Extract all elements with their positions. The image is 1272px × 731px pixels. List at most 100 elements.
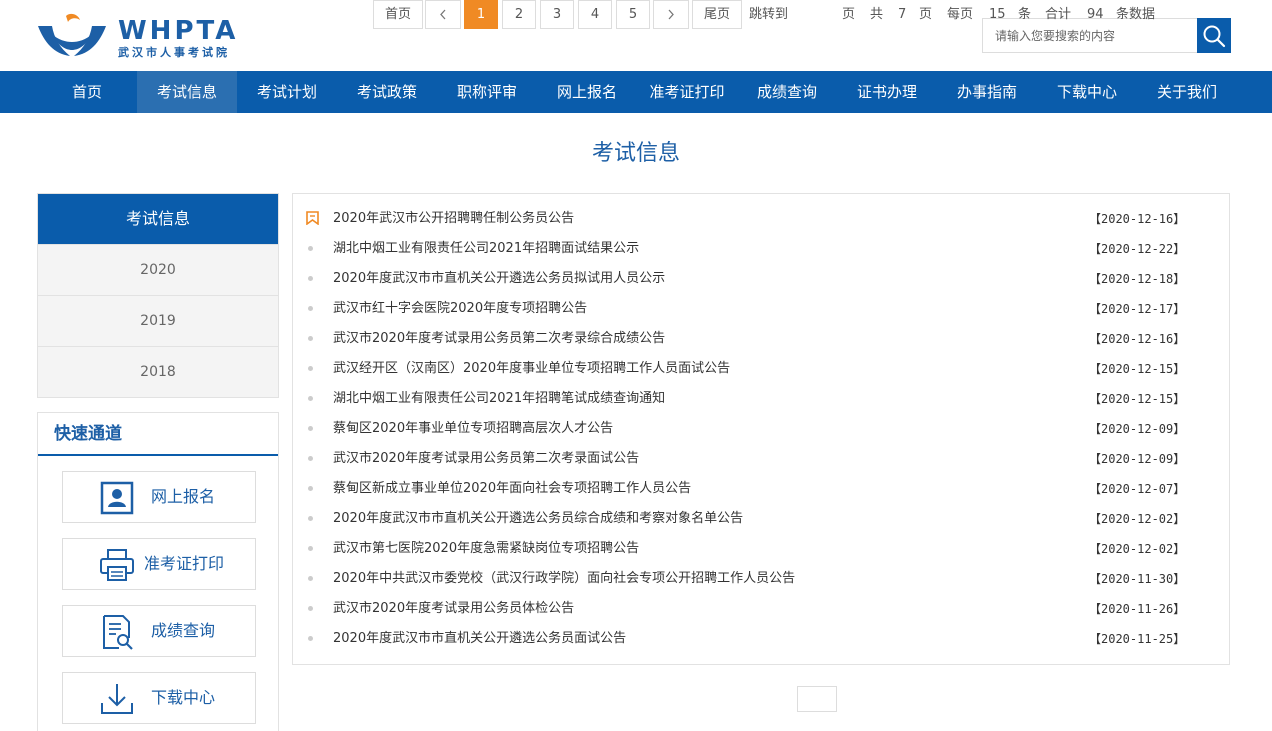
article-title-link[interactable]: 武汉市2020年度考试录用公务员第二次考录面试公告 xyxy=(333,449,639,469)
quick-item-label: 下载中心 xyxy=(151,688,216,707)
pagination-first-button[interactable]: 首页 xyxy=(373,0,423,29)
pagination-total-pages: 7 xyxy=(898,7,907,22)
article-title-link[interactable]: 2020年度武汉市市直机关公开遴选公务员面试公告 xyxy=(333,629,626,649)
nav-item-2[interactable]: 考试计划 xyxy=(237,71,337,113)
pagination-next-button[interactable] xyxy=(653,0,689,29)
quick-item-label: 准考证打印 xyxy=(144,554,225,573)
sidebar-item-2019[interactable]: 2019 xyxy=(38,295,278,346)
pagination-per-page-value: 15 xyxy=(989,7,1006,22)
sidebar-title: 考试信息 xyxy=(38,194,278,244)
pagination-per-page-label: 每页 xyxy=(947,7,974,22)
logo-text-cn: 武汉市人事考试院 xyxy=(118,46,230,59)
sidebar-item-2018[interactable]: 2018 xyxy=(38,346,278,397)
bullet-dot-icon xyxy=(308,636,313,641)
article-title-link[interactable]: 武汉市第七医院2020年度急需紧缺岗位专项招聘公告 xyxy=(333,539,639,559)
list-item[interactable]: 2020年度武汉市市直机关公开遴选公务员面试公告 【2020-11-25】 xyxy=(293,624,1229,654)
article-title-link[interactable]: 武汉市红十字会医院2020年度专项招聘公告 xyxy=(333,299,587,319)
article-title-link[interactable]: 蔡甸区新成立事业单位2020年面向社会专项招聘工作人员公告 xyxy=(333,479,691,499)
pagination-page-1[interactable]: 1 xyxy=(464,0,498,29)
article-title-link[interactable]: 2020年武汉市公开招聘聘任制公务员公告 xyxy=(333,209,574,229)
pinned-flag-icon xyxy=(306,211,319,225)
list-item[interactable]: 湖北中烟工业有限责任公司2021年招聘笔试成绩查询通知 【2020-12-15】 xyxy=(293,384,1229,414)
article-title-link[interactable]: 武汉市2020年度考试录用公务员第二次考录综合成绩公告 xyxy=(333,329,665,349)
article-date: 【2020-12-07】 xyxy=(1089,482,1186,496)
article-title-link[interactable]: 2020年度武汉市市直机关公开遴选公务员拟试用人员公示 xyxy=(333,269,665,289)
article-title-link[interactable]: 湖北中烟工业有限责任公司2021年招聘面试结果公示 xyxy=(333,239,639,259)
list-item[interactable]: 武汉市第七医院2020年度急需紧缺岗位专项招聘公告 【2020-12-02】 xyxy=(293,534,1229,564)
quick-access-header: 快速通道 xyxy=(38,413,278,456)
article-date: 【2020-12-15】 xyxy=(1089,362,1186,376)
article-date: 【2020-12-17】 xyxy=(1089,302,1186,316)
article-date: 【2020-12-22】 xyxy=(1089,242,1186,256)
bullet-dot-icon xyxy=(308,246,313,251)
list-item[interactable]: 武汉市2020年度考试录用公务员第二次考录面试公告 【2020-12-09】 xyxy=(293,444,1229,474)
nav-item-6[interactable]: 准考证打印 xyxy=(637,71,737,113)
article-title-link[interactable]: 武汉经开区（汉南区）2020年度事业单位专项招聘工作人员面试公告 xyxy=(333,359,730,379)
nav-item-9[interactable]: 办事指南 xyxy=(937,71,1037,113)
quick-download-center-button[interactable]: 下载中心 xyxy=(62,672,256,724)
pagination-page-2[interactable]: 2 xyxy=(502,0,536,29)
list-item[interactable]: 2020年度武汉市市直机关公开遴选公务员拟试用人员公示 【2020-12-18】 xyxy=(293,264,1229,294)
article-date: 【2020-11-30】 xyxy=(1089,572,1186,586)
article-date: 【2020-12-02】 xyxy=(1089,542,1186,556)
nav-item-5[interactable]: 网上报名 xyxy=(537,71,637,113)
pagination-sum-label: 合计 xyxy=(1045,7,1072,22)
list-item[interactable]: 2020年度武汉市市直机关公开遴选公务员综合成绩和考察对象名单公告 【2020-1… xyxy=(293,504,1229,534)
nav-item-7[interactable]: 成绩查询 xyxy=(737,71,837,113)
pagination-page-3[interactable]: 3 xyxy=(540,0,574,29)
printer-icon xyxy=(100,549,134,581)
quick-score-query-button[interactable]: 成绩查询 xyxy=(62,605,256,657)
chevron-left-icon xyxy=(440,9,446,20)
article-date: 【2020-12-09】 xyxy=(1089,422,1186,436)
main-nav: 首页 考试信息 考试计划 考试政策 职称评审 网上报名 准考证打印 成绩查询 证书办理 办事指南下… xyxy=(0,71,1272,113)
pagination-per-page-unit: 条 xyxy=(1018,7,1032,22)
nav-item-10[interactable]: 下载中心 xyxy=(1037,71,1137,113)
bullet-dot-icon xyxy=(308,606,313,611)
list-item[interactable]: 湖北中烟工业有限责任公司2021年招聘面试结果公示 【2020-12-22】 xyxy=(293,234,1229,264)
article-title-link[interactable]: 武汉市2020年度考试录用公务员体检公告 xyxy=(333,599,574,619)
pagination-page-4[interactable]: 4 xyxy=(578,0,612,29)
pagination-prev-button[interactable] xyxy=(425,0,461,29)
article-title-link[interactable]: 2020年度武汉市市直机关公开遴选公务员综合成绩和考察对象名单公告 xyxy=(333,509,743,529)
document-search-icon xyxy=(103,615,133,650)
pagination-page-unit: 页 xyxy=(842,7,856,22)
chevron-right-icon xyxy=(668,9,674,20)
site-logo[interactable]: WHPTA 武汉市人事考试院 xyxy=(36,12,256,62)
pagination-total-items: 94 xyxy=(1087,7,1104,22)
page-title: 考试信息 xyxy=(591,141,680,166)
article-date: 【2020-12-16】 xyxy=(1089,212,1186,226)
bullet-dot-icon xyxy=(308,426,313,431)
list-item[interactable]: 蔡甸区2020年事业单位专项招聘高层次人才公告 【2020-12-09】 xyxy=(293,414,1229,444)
id-card-icon xyxy=(100,481,134,515)
article-title-link[interactable]: 2020年中共武汉市委党校（武汉行政学院）面向社会专项公开招聘工作人员公告 xyxy=(333,569,795,589)
bullet-dot-icon xyxy=(308,486,313,491)
list-item[interactable]: 武汉市2020年度考试录用公务员第二次考录综合成绩公告 【2020-12-16】 xyxy=(293,324,1229,354)
article-title-link[interactable]: 湖北中烟工业有限责任公司2021年招聘笔试成绩查询通知 xyxy=(333,389,665,409)
list-item[interactable]: 2020年武汉市公开招聘聘任制公务员公告 【2020-12-16】 xyxy=(293,204,1229,234)
pagination-page-5[interactable]: 5 xyxy=(616,0,650,29)
list-item[interactable]: 武汉经开区（汉南区）2020年度事业单位专项招聘工作人员面试公告 【2020-12… xyxy=(293,354,1229,384)
sidebar-item-2020[interactable]: 2020 xyxy=(38,244,278,295)
search-icon xyxy=(1203,25,1226,47)
list-item[interactable]: 武汉市2020年度考试录用公务员体检公告 【2020-11-26】 xyxy=(293,594,1229,624)
pagination-last-button[interactable]: 尾页 xyxy=(692,0,742,29)
list-item[interactable]: 武汉市红十字会医院2020年度专项招聘公告 【2020-12-17】 xyxy=(293,294,1229,324)
article-date: 【2020-12-16】 xyxy=(1089,332,1186,346)
nav-item-8[interactable]: 证书办理 xyxy=(837,71,937,113)
list-item[interactable]: 2020年中共武汉市委党校（武汉行政学院）面向社会专项公开招聘工作人员公告 【20… xyxy=(293,564,1229,594)
quick-online-register-button[interactable]: 网上报名 xyxy=(62,471,256,523)
list-item[interactable]: 蔡甸区新成立事业单位2020年面向社会专项招聘工作人员公告 【2020-12-07… xyxy=(293,474,1229,504)
article-title-link[interactable]: 蔡甸区2020年事业单位专项招聘高层次人才公告 xyxy=(333,419,613,439)
nav-item-4[interactable]: 职称评审 xyxy=(437,71,537,113)
nav-item-0[interactable]: 首页 xyxy=(37,71,137,113)
search-button[interactable] xyxy=(1197,18,1231,53)
nav-item-1[interactable]: 考试信息 xyxy=(137,71,237,113)
article-date: 【2020-11-26】 xyxy=(1089,602,1186,616)
pagination-total-label: 共 xyxy=(870,7,884,22)
sidebar-category: 考试信息 2020 2019 2018 xyxy=(37,193,279,398)
nav-item-3[interactable]: 考试政策 xyxy=(337,71,437,113)
quick-admission-print-button[interactable]: 准考证打印 xyxy=(62,538,256,590)
pagination-jump-input[interactable] xyxy=(797,686,837,712)
bullet-dot-icon xyxy=(308,576,313,581)
nav-item-11[interactable]: 关于我们 xyxy=(1137,71,1237,113)
